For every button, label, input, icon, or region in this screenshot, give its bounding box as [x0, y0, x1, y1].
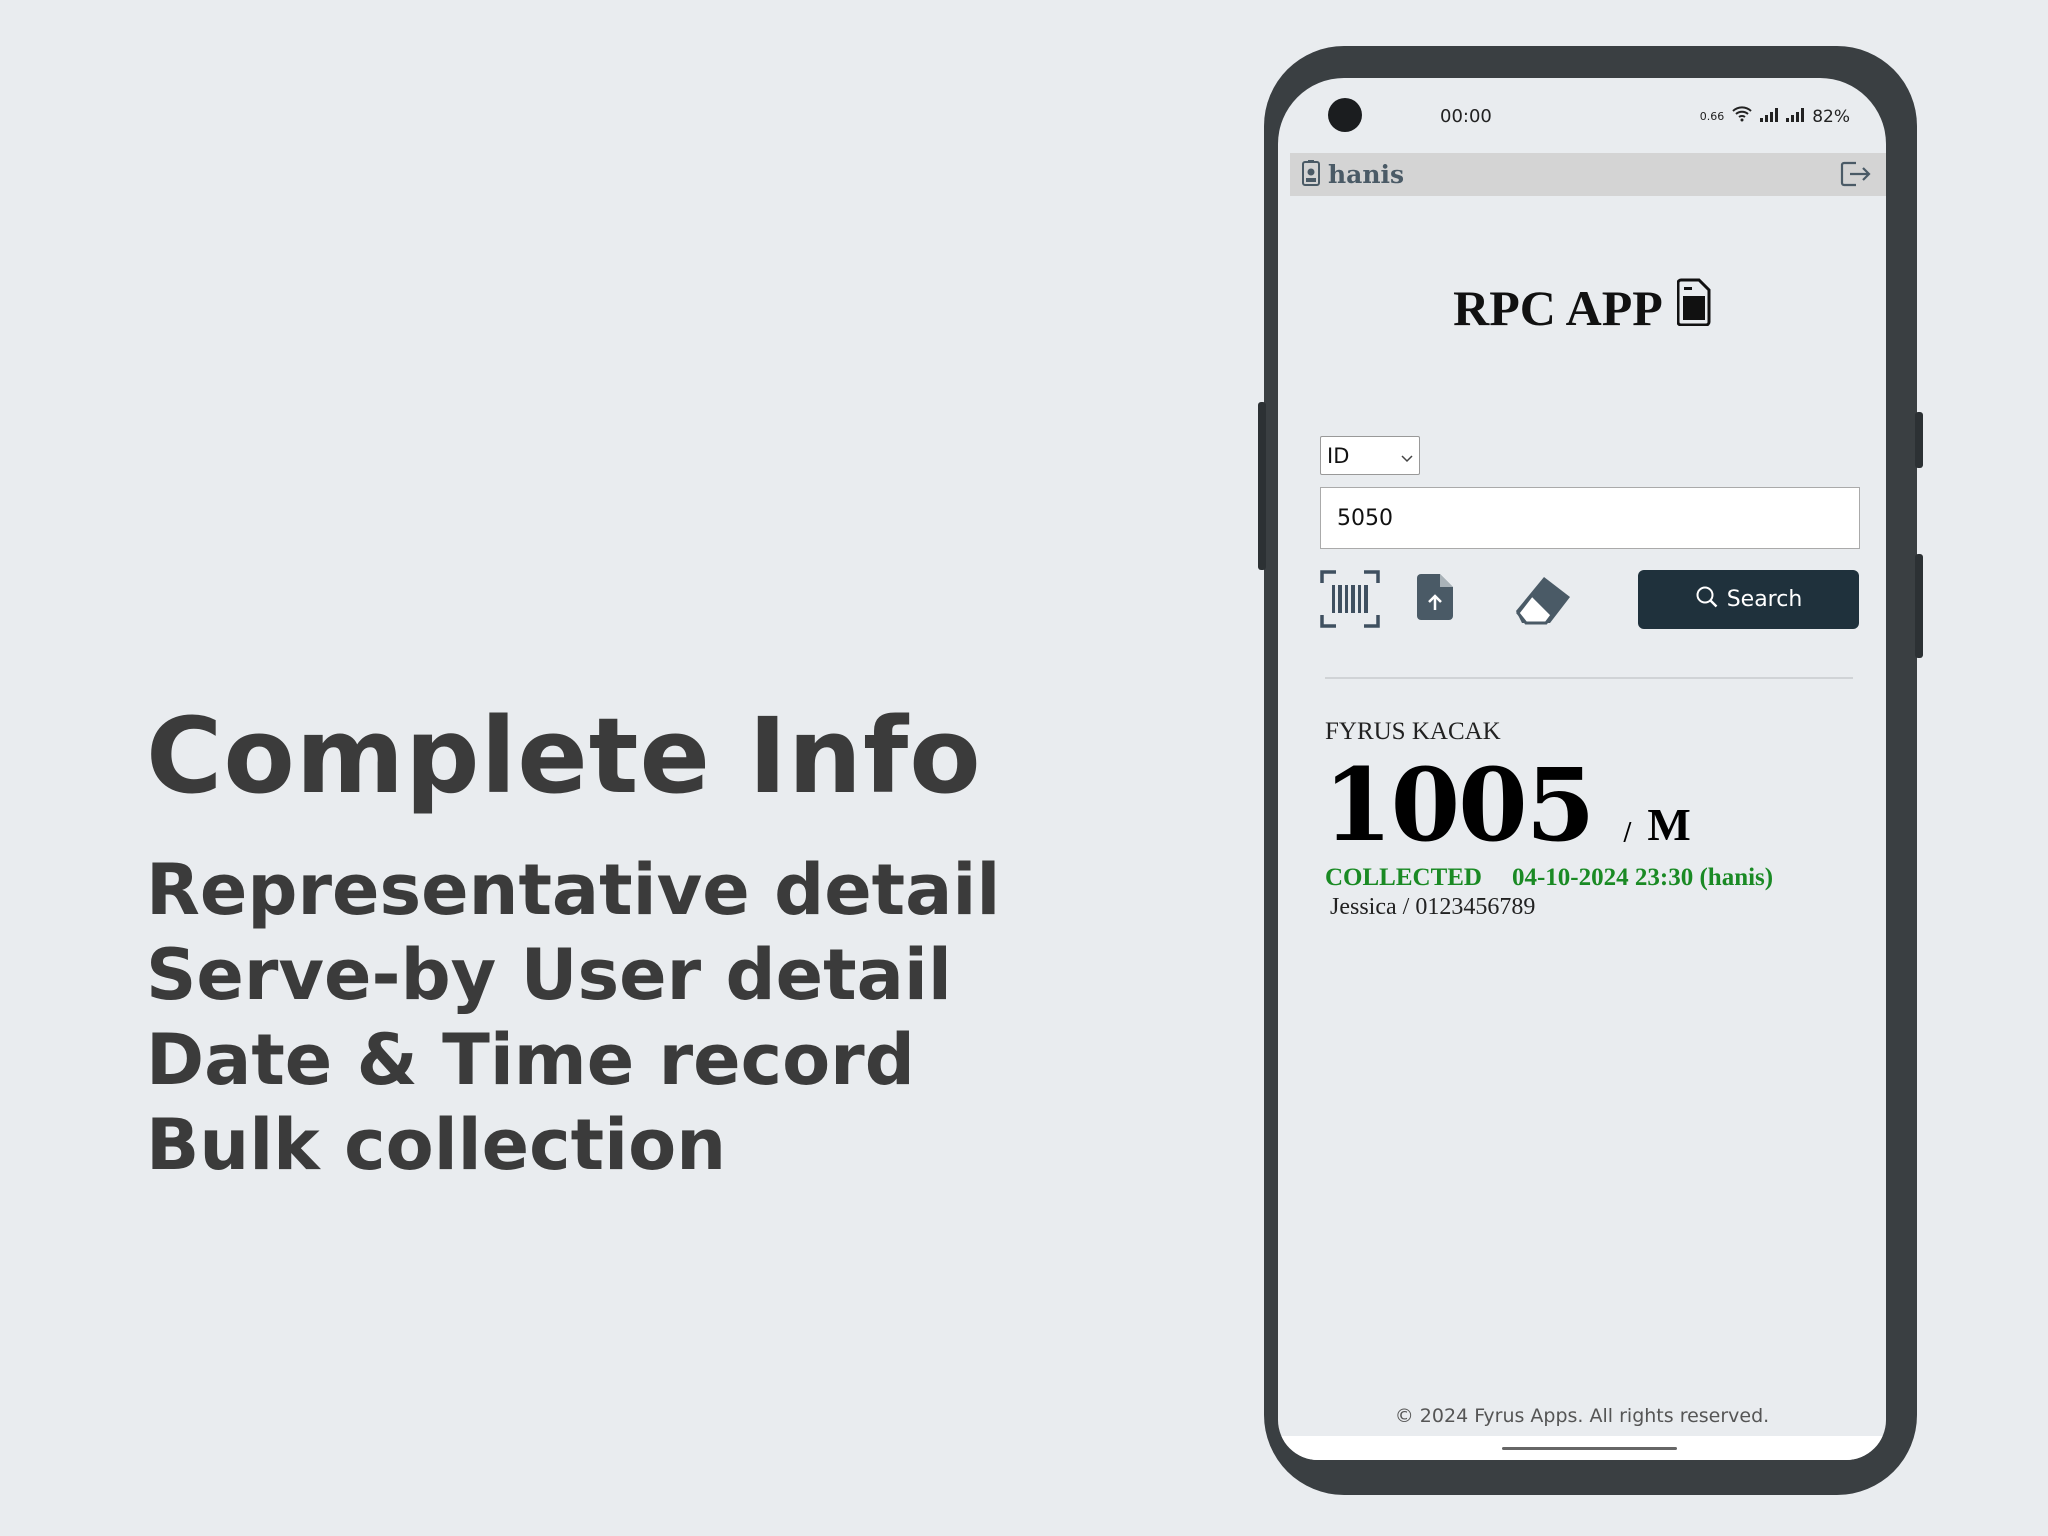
result-separator: / — [1623, 818, 1631, 846]
side-button — [1915, 412, 1923, 468]
result-number: 1005 — [1323, 746, 1595, 864]
signal-icon — [1760, 107, 1779, 127]
app-title-text: RPC APP — [1453, 280, 1663, 336]
barcode-scan-icon[interactable] — [1320, 569, 1380, 633]
id-badge-icon — [1302, 159, 1320, 190]
wifi-icon — [1732, 106, 1752, 127]
camera-icon — [1328, 98, 1362, 132]
data-speed: 0.66 — [1699, 110, 1725, 123]
battery-level: 82% — [1812, 106, 1850, 127]
promo-line: Representative detail — [146, 849, 1001, 931]
search-icon — [1695, 585, 1719, 615]
app-title: RPC APP — [1278, 278, 1886, 338]
volume-button — [1258, 402, 1266, 570]
representative-detail: Jessica / 0123456789 — [1330, 894, 1536, 920]
phone-frame: 00:00 0.66 82% hanis RPC APP ID 5050 Sea… — [1258, 46, 1923, 1495]
result-name: FYRUS KACAK — [1325, 718, 1501, 745]
collected-timestamp: 04-10-2024 23:30 (hanis) — [1511, 864, 1774, 891]
signal-icon — [1786, 107, 1805, 127]
power-button — [1915, 554, 1923, 658]
status-time: 00:00 — [1440, 106, 1492, 127]
chevron-down-icon — [1401, 444, 1413, 468]
eraser-icon[interactable] — [1514, 575, 1572, 631]
promo-feature-list: Representative detail Serve-by User deta… — [146, 848, 1000, 1188]
navigation-bar — [1278, 1436, 1886, 1460]
result-number-row: 1005 / M — [1323, 746, 1691, 864]
search-type-select[interactable]: ID — [1320, 436, 1420, 475]
search-type-value: ID — [1327, 443, 1350, 468]
sim-card-icon — [1676, 278, 1711, 338]
result-gender: M — [1647, 799, 1690, 850]
search-button-label: Search — [1726, 587, 1803, 612]
promo-line: Serve-by User detail — [146, 934, 952, 1016]
username: hanis — [1328, 160, 1405, 189]
app-header: hanis — [1290, 153, 1886, 196]
search-button[interactable]: Search — [1638, 570, 1859, 629]
promo-line: Date & Time record — [146, 1019, 915, 1101]
status-badge: COLLECTED — [1325, 864, 1482, 891]
collection-status: COLLECTED 04-10-2024 23:30 (hanis) — [1325, 864, 1773, 892]
status-icons: 0.66 82% — [1700, 106, 1850, 127]
promo-line: Bulk collection — [146, 1104, 727, 1186]
file-upload-icon[interactable] — [1417, 574, 1453, 624]
promo-title: Complete Info — [146, 695, 982, 817]
footer-copyright: © 2024 Fyrus Apps. All rights reserved. — [1394, 1405, 1770, 1427]
home-indicator[interactable] — [1502, 1447, 1677, 1450]
phone-screen: 00:00 0.66 82% hanis RPC APP ID 5050 Sea… — [1278, 78, 1886, 1460]
search-input[interactable]: 5050 — [1320, 487, 1860, 549]
divider — [1325, 677, 1853, 679]
logout-icon[interactable] — [1840, 161, 1872, 191]
